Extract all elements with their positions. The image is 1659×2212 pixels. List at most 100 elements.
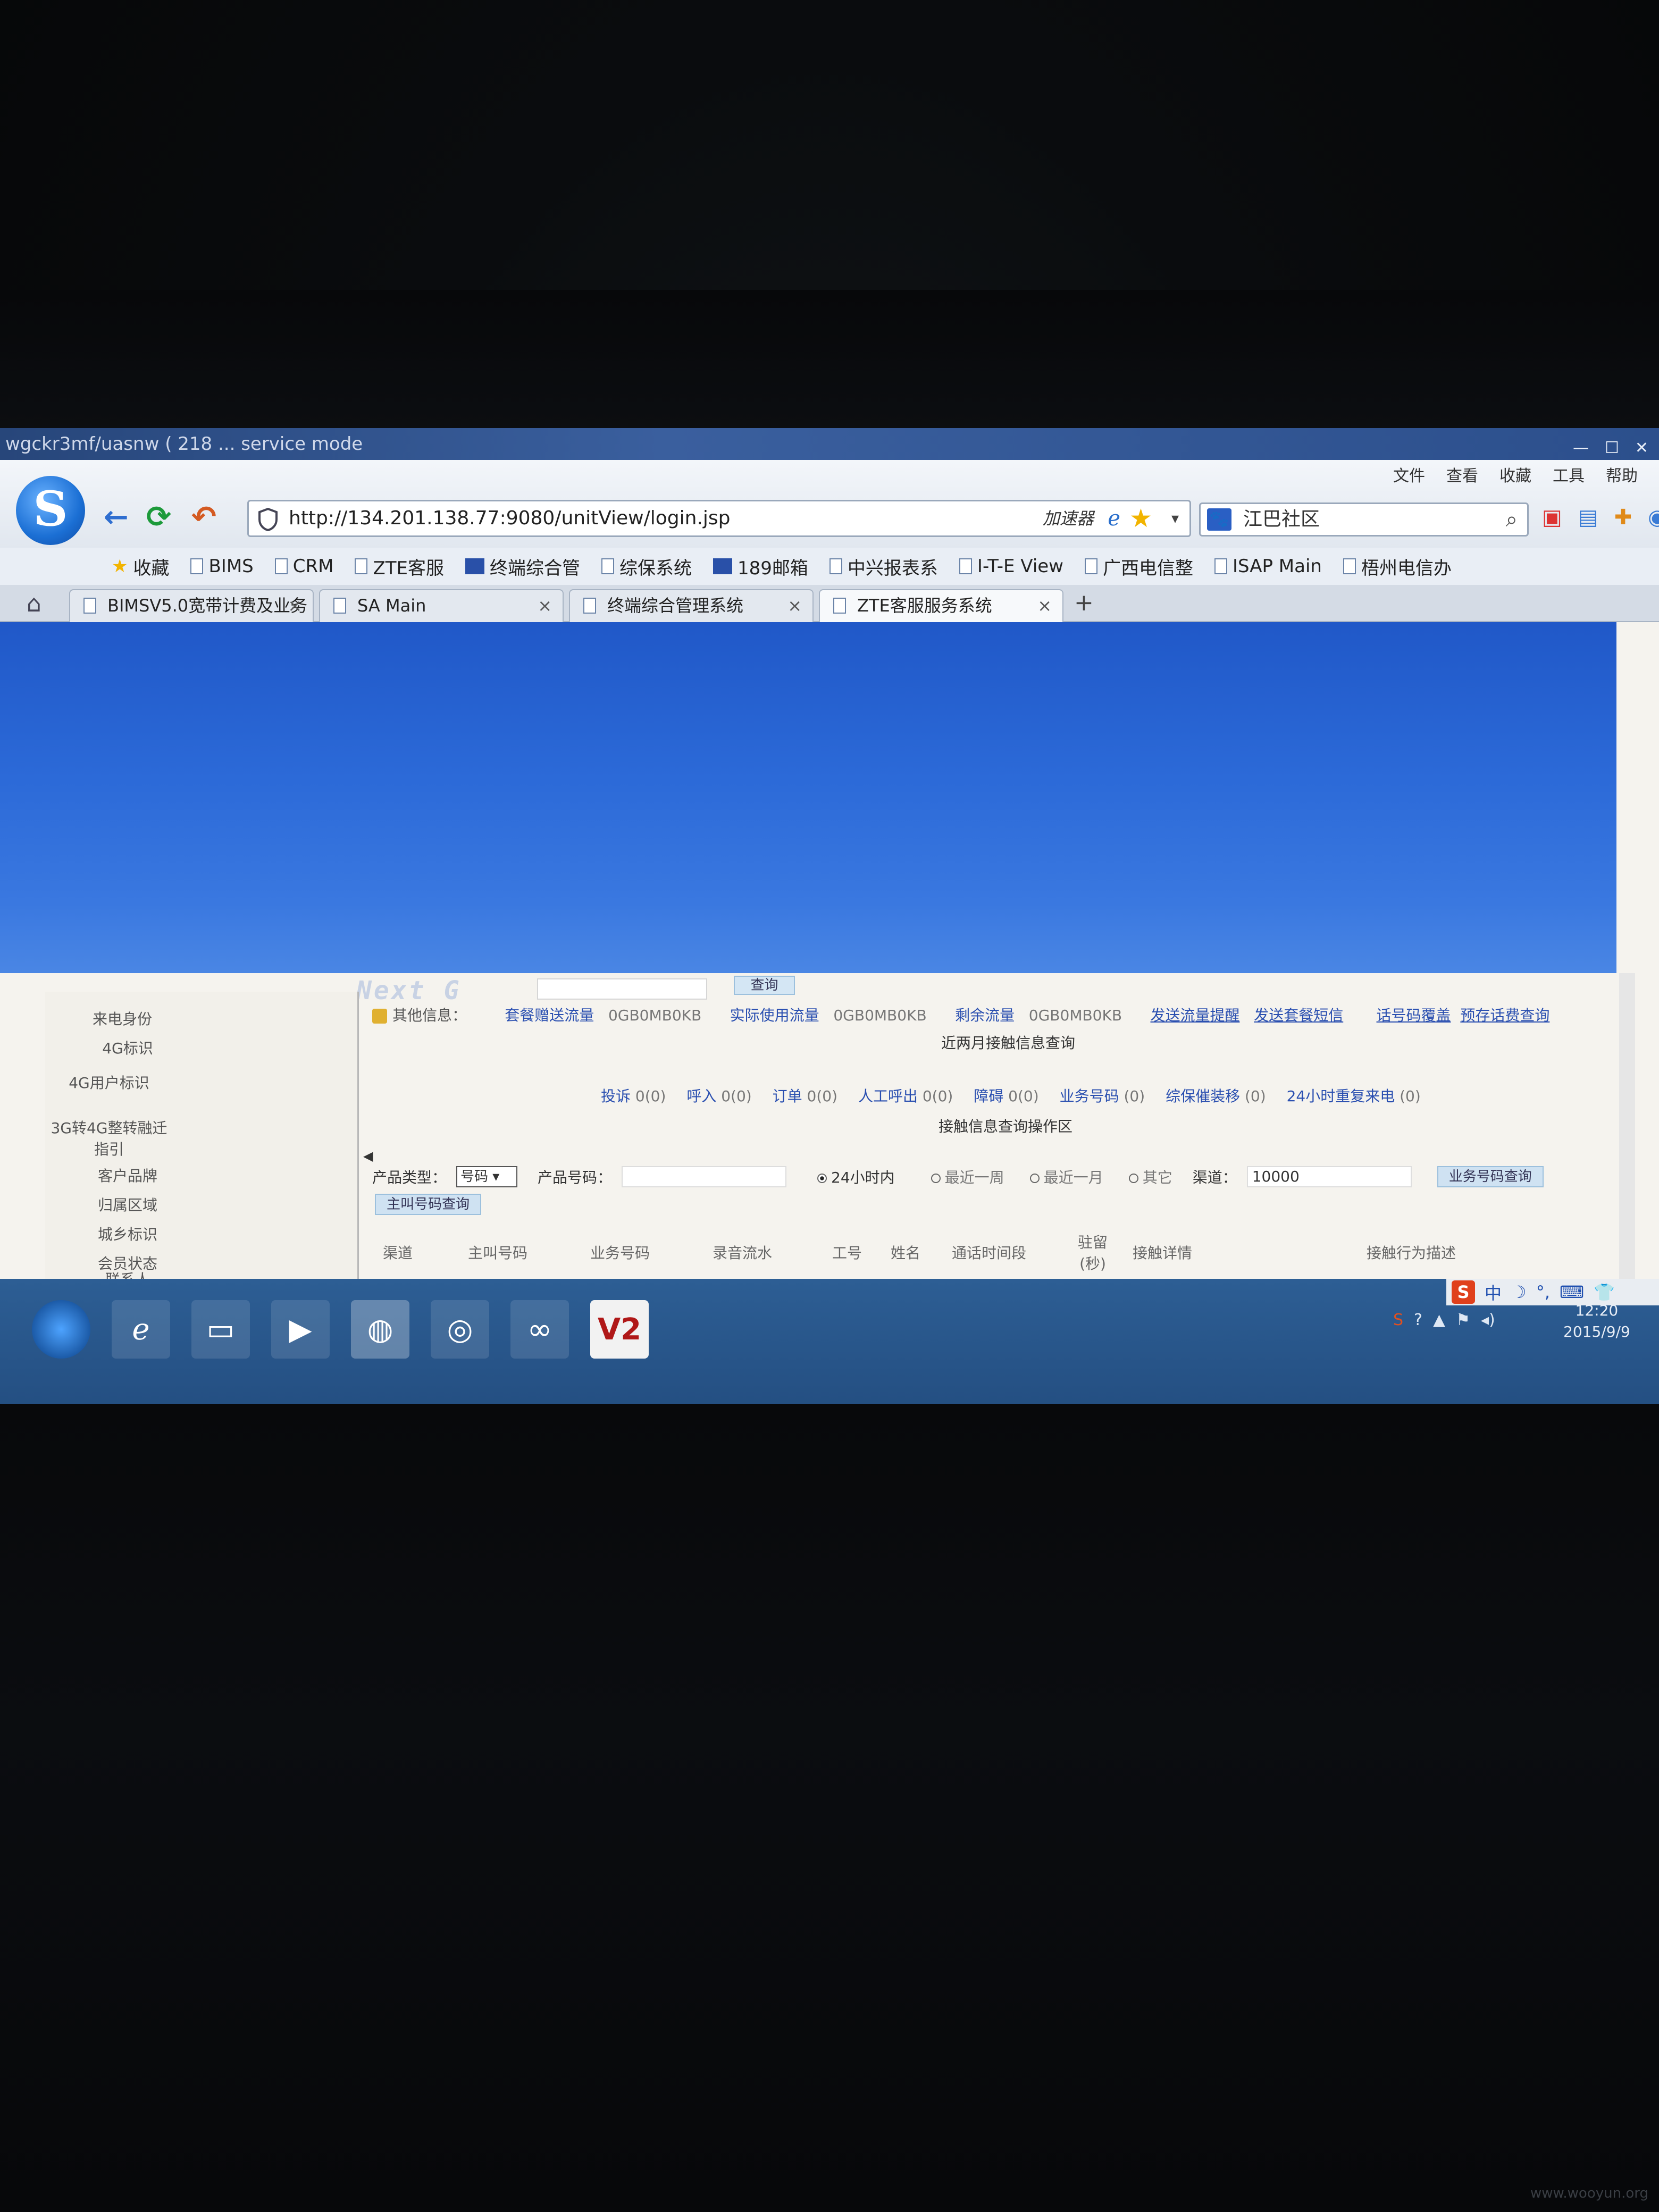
gift-traffic-link[interactable]: 套餐赠送流量 <box>505 1007 594 1024</box>
recent-contact-row: 投诉 0(0) 呼入 0(0) 订单 0(0) 人工呼出 0(0) 障碍 0(0… <box>601 1087 1421 1105</box>
top-query-input[interactable] <box>537 978 707 1000</box>
time-24h-option[interactable]: 24小时内 <box>817 1166 895 1187</box>
install-move-link[interactable]: 综保催装移 <box>1166 1087 1240 1105</box>
close-window-button[interactable]: ✕ <box>1635 432 1648 464</box>
extension-icon[interactable]: ◉ <box>1648 505 1659 530</box>
chevron-down-icon[interactable]: ▾ <box>1171 501 1179 535</box>
refresh-icon[interactable]: ⟳ <box>146 500 171 534</box>
bookmark-ite-view[interactable]: I-T-E View <box>959 556 1063 577</box>
complaint-link[interactable]: 投诉 <box>601 1087 631 1105</box>
bookmark-189mail[interactable]: 189邮箱 <box>713 554 808 580</box>
search-input[interactable]: 🐾 江巴社区 ⌕ <box>1199 502 1529 537</box>
tab-bims[interactable]: BIMSV5.0宽带计费及业务 × <box>69 589 314 622</box>
address-bar[interactable]: http://134.201.138.77:9080/unitView/logi… <box>247 500 1191 537</box>
minimize-button[interactable]: — <box>1573 432 1589 464</box>
sogou-ime-icon[interactable]: S <box>1452 1280 1475 1304</box>
sogou-logo-icon[interactable]: S <box>16 476 85 545</box>
bookmark-zte[interactable]: ZTE客服 <box>355 554 444 580</box>
bookmark-zte-report[interactable]: 中兴报表系 <box>829 554 938 580</box>
ime-chinese-toggle[interactable]: 中 <box>1485 1280 1502 1304</box>
caller-number-query-button[interactable]: 主叫号码查询 <box>375 1194 482 1215</box>
pinned-apps: ℯ ▭ ▶ ◍ ◎ ∞ V2 <box>32 1300 649 1359</box>
folder-icon[interactable]: ▭ <box>191 1300 250 1359</box>
order-link[interactable]: 订单 <box>773 1087 802 1105</box>
extension-icon[interactable]: ▤ <box>1578 505 1598 530</box>
tray-sogou-icon[interactable]: S <box>1393 1311 1403 1329</box>
media-player-icon[interactable]: ▶ <box>271 1300 330 1359</box>
prepaid-query-link[interactable]: 预存话费查询 <box>1460 1007 1549 1024</box>
v2-app-icon[interactable]: V2 <box>590 1300 649 1359</box>
search-icon[interactable]: ⌕ <box>1506 504 1518 535</box>
menu-help[interactable]: 帮助 <box>1606 463 1638 486</box>
time-month-option[interactable]: 最近一月 <box>1029 1166 1103 1187</box>
ime-moon-icon[interactable]: ☽ <box>1511 1282 1527 1302</box>
url-text: http://134.201.138.77:9080/unitView/logi… <box>289 507 731 529</box>
extension-icon[interactable]: ✚ <box>1614 505 1632 530</box>
menu-tools[interactable]: 工具 <box>1553 463 1585 486</box>
menu-view[interactable]: 查看 <box>1446 463 1478 486</box>
business-number-link[interactable]: 业务号码 <box>1060 1087 1119 1105</box>
ime-punct-icon[interactable]: °, <box>1536 1282 1550 1302</box>
new-tab-button[interactable]: + <box>1074 589 1094 616</box>
tab-sa-main[interactable]: SA Main × <box>319 589 564 622</box>
firefox-icon[interactable]: ◍ <box>351 1300 409 1359</box>
time-other-option[interactable]: 其它 <box>1128 1166 1172 1187</box>
tab-terminal-mgmt[interactable]: 终端综合管理系统 × <box>569 589 814 622</box>
bookmark-terminal[interactable]: 终端综合管 <box>465 554 580 580</box>
send-package-sms-link[interactable]: 发送套餐短信 <box>1254 1007 1343 1024</box>
accelerator-button[interactable]: 加速器 <box>1043 501 1094 535</box>
bookmark-bims[interactable]: BIMS <box>190 556 254 577</box>
used-traffic-value: 0GB0MB0KB <box>833 1007 927 1024</box>
ie-icon[interactable]: ℯ <box>112 1300 170 1359</box>
tray-volume-icon[interactable]: ◂) <box>1481 1311 1495 1329</box>
close-icon[interactable]: × <box>288 590 302 621</box>
close-icon[interactable]: × <box>1037 590 1052 621</box>
product-type-label: 产品类型： <box>372 1169 447 1186</box>
bookmark-isap[interactable]: ISAP Main <box>1214 556 1322 577</box>
extension-icon[interactable]: ▣ <box>1542 505 1562 530</box>
favorites-button[interactable]: ★ 收藏 <box>112 554 169 580</box>
tray-help-icon[interactable]: ? <box>1414 1311 1422 1329</box>
collapse-arrow-icon[interactable]: ◀ <box>363 1149 373 1163</box>
product-number-label: 产品号码： <box>538 1169 613 1186</box>
manual-outbound-link[interactable]: 人工呼出 <box>858 1087 918 1105</box>
network-app-icon[interactable]: ∞ <box>510 1300 569 1359</box>
close-icon[interactable]: × <box>787 590 802 621</box>
bookmark-zongbao[interactable]: 综保系统 <box>601 554 692 580</box>
undo-icon[interactable]: ↶ <box>191 500 216 534</box>
back-arrow-icon[interactable]: ← <box>104 500 129 534</box>
maximize-button[interactable]: ☐ <box>1605 432 1619 464</box>
channel-input[interactable]: 10000 <box>1246 1166 1412 1187</box>
number-coverage-link[interactable]: 话号码覆盖 <box>1377 1007 1451 1024</box>
tab-zte-service[interactable]: ZTE客服服务系统 × <box>819 589 1063 622</box>
used-traffic-link[interactable]: 实际使用流量 <box>730 1007 819 1024</box>
ie-mode-icon[interactable]: ℯ <box>1108 501 1120 535</box>
ime-skin-icon[interactable]: 👕 <box>1594 1282 1615 1302</box>
vertical-scrollbar[interactable] <box>1619 973 1635 1279</box>
menu-file[interactable]: 文件 <box>1393 463 1425 486</box>
top-query-button[interactable]: 查询 <box>734 976 795 995</box>
home-icon[interactable]: ⌂ <box>27 590 41 617</box>
product-number-input[interactable] <box>622 1166 787 1187</box>
bookmark-gx-telecom[interactable]: 广西电信整 <box>1085 554 1193 580</box>
fault-link[interactable]: 障碍 <box>974 1087 1003 1105</box>
favorite-star-icon[interactable]: ★ <box>1129 501 1152 535</box>
send-traffic-reminder-link[interactable]: 发送流量提醒 <box>1150 1007 1239 1024</box>
info-icon <box>372 1009 387 1024</box>
product-type-select[interactable]: 号码 ▾ <box>456 1166 518 1187</box>
ime-keyboard-icon[interactable]: ⌨ <box>1560 1282 1584 1302</box>
close-icon[interactable]: × <box>538 590 552 621</box>
remaining-traffic-link[interactable]: 剩余流量 <box>955 1007 1015 1024</box>
time-week-option[interactable]: 最近一周 <box>931 1166 1004 1187</box>
start-button[interactable] <box>32 1300 90 1359</box>
repeat-call-link[interactable]: 24小时重复来电 <box>1287 1087 1395 1105</box>
chrome-icon[interactable]: ◎ <box>431 1300 489 1359</box>
menu-favorites[interactable]: 收藏 <box>1499 463 1531 486</box>
bookmark-crm[interactable]: CRM <box>274 556 333 577</box>
taskbar-clock[interactable]: 12:20 2015/9/9 <box>1563 1300 1630 1343</box>
incoming-link[interactable]: 呼入 <box>686 1087 716 1105</box>
bookmark-wuzhou[interactable]: 梧州电信办 <box>1343 554 1452 580</box>
tray-flag-icon[interactable]: ⚑ <box>1456 1311 1470 1329</box>
business-number-query-button[interactable]: 业务号码查询 <box>1437 1166 1544 1187</box>
tray-expand-icon[interactable]: ▲ <box>1433 1311 1445 1329</box>
